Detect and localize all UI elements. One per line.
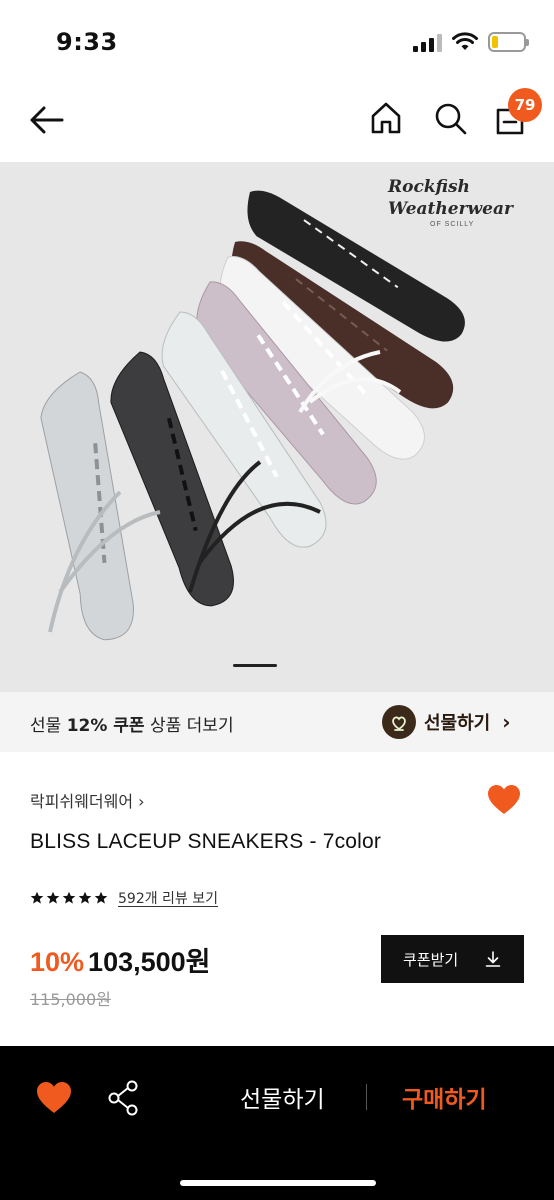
coupon-highlight: 12% 쿠폰 (66, 716, 145, 736)
review-link[interactable]: 592개 리뷰 보기 (118, 888, 218, 908)
search-icon[interactable] (430, 98, 470, 138)
signal-icon (413, 32, 442, 52)
wifi-icon (452, 32, 478, 50)
status-bar: 9:33 (0, 0, 554, 80)
carousel-indicator (233, 664, 277, 667)
price-row: 10% 103,500원 (30, 940, 211, 979)
star-icon (94, 891, 108, 904)
brand-logo-sub: OF SCILLY (430, 221, 475, 228)
back-arrow-icon[interactable] (24, 100, 68, 140)
discount-rate: 10% (30, 947, 85, 977)
battery-icon (488, 32, 529, 52)
download-icon (485, 951, 501, 967)
star-icon (46, 891, 60, 904)
gift-purchase-button[interactable]: 선물하기 (240, 1080, 325, 1114)
home-icon[interactable] (366, 98, 406, 138)
bottom-action-bar (0, 1046, 554, 1200)
product-photo (0, 162, 554, 692)
coupon-download-label: 쿠폰받기 (403, 950, 459, 969)
coupon-prefix: 선물 (30, 716, 67, 736)
heart-icon[interactable] (486, 782, 522, 818)
cart-count-badge: 79 (508, 88, 542, 122)
rating-stars (30, 891, 108, 905)
bottom-bar-divider (366, 1084, 367, 1110)
wishlist-heart-icon[interactable] (34, 1078, 74, 1118)
original-price: 115,000원 (30, 990, 111, 1009)
brand-logo: Rockfish Weatherwear (388, 176, 528, 220)
gift-button[interactable]: 선물하기 › (382, 704, 511, 740)
home-indicator (180, 1180, 376, 1186)
product-image-carousel[interactable] (0, 162, 554, 692)
share-icon[interactable] (104, 1078, 144, 1118)
product-title: BLISS LACEUP SNEAKERS - 7color (30, 830, 382, 853)
status-icons (413, 32, 529, 52)
gift-icon (382, 705, 416, 739)
chevron-right-icon: › (502, 710, 511, 734)
coupon-banner-text[interactable]: 선물 12% 쿠폰 상품 더보기 (30, 711, 234, 736)
top-nav: 79 (0, 80, 554, 162)
brand-logo-line1: Rockfish (388, 177, 470, 197)
star-icon (30, 891, 44, 904)
star-icon (62, 891, 76, 904)
sale-price: 103,500원 (88, 947, 211, 977)
gift-button-label: 선물하기 (424, 713, 491, 734)
brand-logo-line2: Weatherwear (388, 199, 513, 219)
status-time: 9:33 (56, 28, 118, 56)
buy-button[interactable]: 구매하기 (402, 1080, 487, 1114)
coupon-download-button[interactable]: 쿠폰받기 (381, 935, 524, 983)
brand-link[interactable]: 락피쉬웨더웨어 › (30, 788, 145, 812)
rating-row: 592개 리뷰 보기 (30, 888, 218, 908)
coupon-suffix: 상품 더보기 (144, 716, 234, 736)
star-icon (78, 891, 92, 904)
